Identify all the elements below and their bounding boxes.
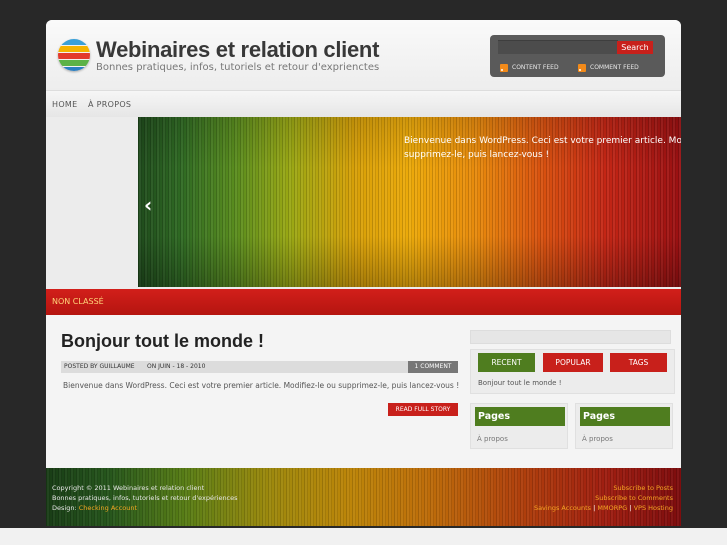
subscribe-comments-link[interactable]: Subscribe to Comments (595, 493, 673, 503)
footer-design-label: Design: (52, 504, 77, 512)
site-tagline: Bonnes pratiques, infos, tutoriels et re… (96, 62, 380, 73)
pages-widget: Pages À propos (575, 403, 673, 449)
tab-recent[interactable]: RECENT (478, 353, 535, 372)
site-title[interactable]: Webinaires et relation client (96, 37, 379, 63)
post-title[interactable]: Bonjour tout le monde ! (61, 331, 264, 352)
search-box: Search CONTENT FEED COMMENT FEED (490, 35, 665, 77)
footer-link-vps[interactable]: VPS Hosting (634, 504, 673, 512)
main-nav: HOME À PROPOS (46, 90, 681, 117)
recent-post-link[interactable]: Bonjour tout le monde ! (478, 379, 562, 387)
nav-item-a-propos[interactable]: À PROPOS (88, 100, 131, 109)
post-comments-link[interactable]: 1 COMMENT (408, 361, 458, 373)
tab-tags[interactable]: TAGS (610, 353, 667, 372)
post-author: POSTED BY GUILLAUME (64, 363, 135, 370)
content-feed-link[interactable]: CONTENT FEED (500, 63, 559, 73)
category-label[interactable]: NON CLASSÉ (52, 297, 104, 306)
post-excerpt: Bienvenue dans WordPress. Ceci est votre… (63, 381, 460, 390)
post-date: ON JUIN - 18 - 2010 (147, 363, 206, 370)
widget-link-a-propos[interactable]: À propos (477, 435, 508, 443)
slider-prev-arrow-icon[interactable]: ‹ (144, 195, 160, 215)
post-meta-bar: POSTED BY GUILLAUME ON JUIN - 18 - 2010 … (61, 361, 458, 373)
nav-item-home[interactable]: HOME (52, 100, 77, 109)
widget-title: Pages (475, 407, 565, 426)
site-header: Webinaires et relation client Bonnes pra… (46, 20, 681, 90)
footer-link-mmorpg[interactable]: MMORPG (597, 504, 627, 512)
browser-bottom-strip (0, 528, 727, 545)
page-container: Webinaires et relation client Bonnes pra… (46, 20, 681, 526)
footer-tagline: Bonnes pratiques, infos, tutoriels et re… (52, 494, 238, 502)
featured-slider[interactable]: ‹ Bienvenue dans WordPress. Ceci est vot… (138, 117, 681, 287)
footer-design-link[interactable]: Checking Account (79, 504, 137, 512)
content-feed-label: CONTENT FEED (512, 64, 559, 71)
main-content: Bonjour tout le monde ! POSTED BY GUILLA… (46, 315, 681, 468)
footer-links: Savings Accounts | MMORPG | VPS Hosting (534, 503, 673, 513)
tab-popular[interactable]: POPULAR (543, 353, 603, 372)
footer-link-savings[interactable]: Savings Accounts (534, 504, 591, 512)
logo-globe-icon[interactable] (58, 39, 90, 71)
comment-feed-link[interactable]: COMMENT FEED (578, 63, 639, 73)
footer-design-credit: Design: Checking Account (52, 503, 137, 513)
category-bar: NON CLASSÉ (46, 289, 681, 315)
search-button[interactable]: Search (617, 41, 653, 54)
pages-widget: Pages À propos (470, 403, 568, 449)
sidebar-top-box (470, 330, 671, 344)
slider-caption[interactable]: Bienvenue dans WordPress. Ceci est votre… (404, 134, 681, 162)
footer-copyright: Copyright © 2011 Webinaires et relation … (52, 484, 205, 492)
subscribe-posts-link[interactable]: Subscribe to Posts (613, 483, 673, 493)
footer-separator: | (593, 504, 596, 512)
comment-feed-label: COMMENT FEED (590, 64, 639, 71)
read-more-button[interactable]: READ FULL STORY (388, 403, 458, 416)
rss-icon (500, 63, 508, 72)
footer-separator: | (629, 504, 632, 512)
widget-title: Pages (580, 407, 670, 426)
widget-link-a-propos[interactable]: À propos (582, 435, 613, 443)
sidebar-tabs-widget: RECENT POPULAR TAGS Bonjour tout le mond… (470, 349, 675, 394)
site-footer: Copyright © 2011 Webinaires et relation … (46, 468, 681, 526)
rss-icon (578, 63, 586, 72)
search-input[interactable] (498, 40, 618, 54)
